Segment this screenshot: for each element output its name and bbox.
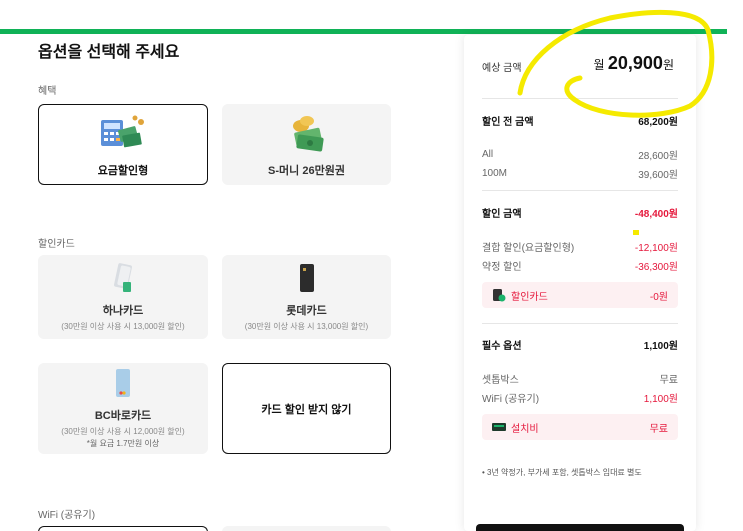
estimate-value: 20,900	[607, 53, 663, 73]
apply-button[interactable]	[476, 524, 684, 531]
estimate-prefix: 월	[593, 58, 605, 72]
row-value: -36,300원	[634, 262, 678, 273]
row-before-discount: 할인 전 금액 68,200원	[482, 113, 678, 128]
credit-card-icon	[493, 289, 506, 302]
row-card-discount: 할인카드 -0원	[482, 282, 678, 308]
card-option-label: 롯데카드	[286, 304, 327, 317]
row-label: 설치비	[511, 423, 539, 435]
card-option-note: *월 요금 1.7만원 이상	[86, 439, 160, 448]
benefit-option-smoney[interactable]: S-머니 26만원권	[222, 104, 391, 185]
lotte-card-icon	[299, 263, 314, 292]
row-value: -0원	[649, 291, 668, 303]
row-wifi: WiFi (공유기) 1,100원	[482, 390, 678, 405]
divider	[482, 323, 678, 324]
estimate-unit: 원	[662, 58, 674, 72]
money-coins-icon	[292, 115, 324, 151]
price-note: • 3년 약정가, 부가세 포함, 셋톱박스 임대료 별도	[482, 468, 642, 477]
bc-card-icon	[116, 369, 130, 397]
wifi-option[interactable]	[222, 526, 391, 531]
row-label: All	[482, 149, 494, 160]
card-option-label: BC바로카드	[94, 410, 152, 422]
section-label-benefit: 혜택	[38, 86, 57, 97]
row-value: 1,100원	[643, 394, 678, 405]
row-label: 100M	[482, 168, 508, 179]
top-progress-bar	[0, 29, 727, 34]
hana-card-icon	[114, 262, 132, 292]
row-value: 68,200원	[638, 117, 678, 128]
row-required-options: 필수 옵션 1,100원	[482, 337, 678, 352]
card-option-bc[interactable]: BC바로카드 (30만원 이상 사용 시 12,000원 할인) *월 요금 1…	[38, 363, 208, 454]
row-label: WiFi (공유기)	[482, 394, 540, 405]
money-calculator-icon	[101, 115, 144, 147]
section-label-discount-card: 할인카드	[38, 239, 75, 250]
row-all: All 28,600원	[482, 147, 678, 162]
install-device-icon	[492, 423, 506, 431]
benefit-option-label: 요금할인형	[97, 164, 149, 177]
row-value: 28,600원	[638, 151, 678, 162]
row-value: 39,600원	[638, 170, 678, 181]
estimate-label: 예상 금액	[482, 63, 522, 74]
row-combo-discount: 결합 할인(요금할인형) -12,100원	[482, 239, 678, 254]
row-label: 약정 할인	[482, 262, 522, 273]
row-label: 결합 할인(요금할인형)	[482, 243, 575, 254]
section-label-wifi: WiFi (공유기)	[38, 510, 96, 521]
row-contract-discount: 약정 할인 -36,300원	[482, 258, 678, 273]
row-install-fee: 설치비 무료	[482, 414, 678, 440]
card-option-lotte[interactable]: 롯데카드 (30만원 이상 사용 시 13,000원 할인)	[222, 255, 391, 339]
estimate-price: 월 20,900원	[594, 53, 675, 74]
row-100m: 100M 39,600원	[482, 166, 678, 181]
wifi-option-selected[interactable]	[38, 526, 208, 531]
row-value: -48,400원	[634, 209, 678, 220]
divider	[482, 190, 678, 191]
row-label: 할인 전 금액	[482, 117, 534, 128]
row-value: 1,100원	[643, 341, 678, 352]
row-value: 무료	[649, 423, 668, 435]
card-option-label: 카드 할인 받지 않기	[261, 403, 352, 416]
row-discount-total: 할인 금액 -48,400원	[482, 205, 678, 220]
benefit-option-label: S-머니 26만원권	[268, 164, 345, 177]
row-settopbox: 셋톱박스 무료	[482, 371, 678, 386]
benefit-option-discount[interactable]: 요금할인형	[38, 104, 208, 185]
card-option-desc: (30만원 이상 사용 시 13,000원 할인)	[244, 321, 369, 331]
row-label: 할인카드	[511, 291, 548, 303]
row-label: 셋톱박스	[482, 375, 519, 386]
price-summary-panel: 예상 금액 월 20,900원 할인 전 금액 68,200원 All 28,6…	[464, 35, 696, 531]
row-label: 할인 금액	[482, 209, 522, 220]
card-option-hana[interactable]: 하나카드 (30만원 이상 사용 시 13,000원 할인)	[38, 255, 208, 339]
card-option-none[interactable]: 카드 할인 받지 않기	[222, 363, 391, 454]
row-value: 무료	[659, 375, 678, 386]
page-title: 옵션을 선택해 주세요	[38, 44, 180, 61]
card-option-desc: (30만원 이상 사용 시 13,000원 할인)	[61, 321, 185, 331]
row-label: 필수 옵션	[482, 341, 522, 352]
card-option-desc: (30만원 이상 사용 시 12,000원 할인)	[61, 427, 185, 436]
row-value: -12,100원	[634, 243, 678, 254]
card-option-label: 하나카드	[102, 304, 144, 317]
divider	[482, 98, 678, 99]
